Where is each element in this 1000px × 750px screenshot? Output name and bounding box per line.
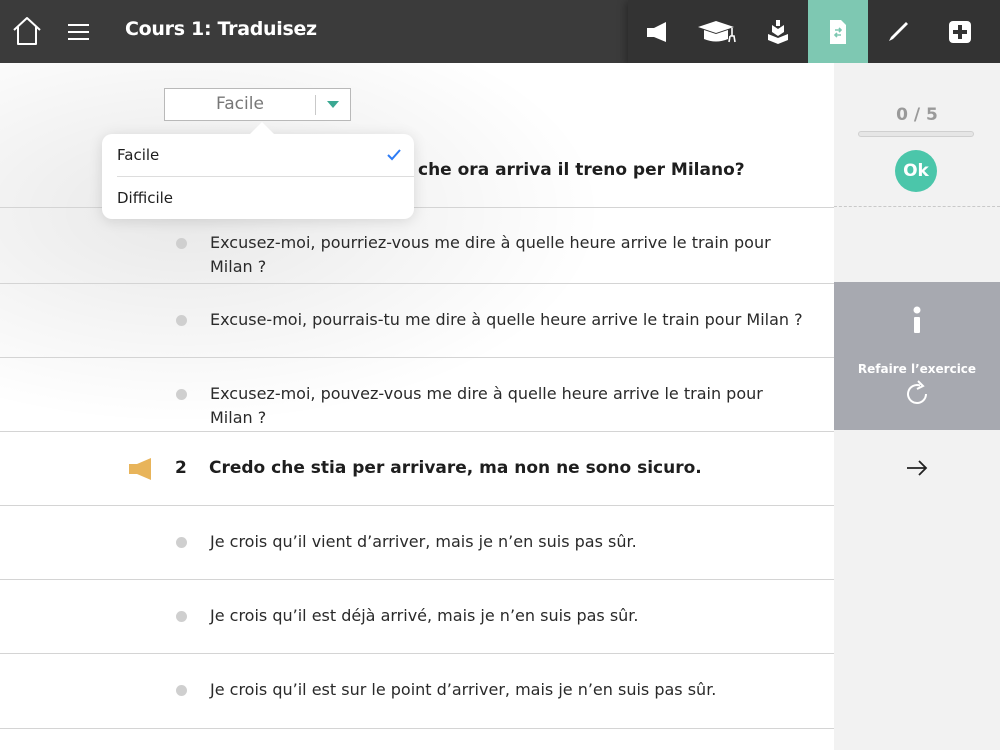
- answer-row[interactable]: Je crois qu’il vient d’arriver, mais je …: [0, 506, 834, 580]
- question-text: che ora arriva il treno per Milano?: [418, 160, 745, 180]
- side-panel: 0 / 5 Ok Refaire l’exercice: [834, 63, 1000, 750]
- level-option-label: Difficile: [117, 189, 174, 207]
- answer-row[interactable]: Je crois qu’il est sur le point d’arrive…: [0, 654, 834, 729]
- answer-text: Excuse-moi, pourrais-tu me dire à quelle…: [210, 310, 803, 329]
- graduation-cap-icon: [698, 20, 736, 42]
- megaphone-icon: [647, 21, 666, 42]
- level-option-difficile[interactable]: Difficile: [102, 177, 414, 219]
- speaker-icon[interactable]: [127, 456, 155, 482]
- question-row: 2 Credo che stia per arrivare, ma non ne…: [0, 432, 834, 506]
- hamburger-menu-icon: [68, 24, 89, 40]
- answer-text: Excusez-moi, pouvez-vous me dire à quell…: [210, 384, 763, 427]
- answer-text: Excusez-moi, pourriez-vous me dire à que…: [210, 233, 771, 276]
- answer-row[interactable]: Je crois qu’il est déjà arrivé, mais je …: [0, 580, 834, 654]
- answer-row[interactable]: Excuse-moi, pourrais-tu me dire à quelle…: [0, 284, 834, 358]
- answer-radio[interactable]: [176, 315, 187, 326]
- plus-icon: [949, 20, 971, 43]
- tool-exercise[interactable]: [808, 0, 868, 63]
- tool-audio[interactable]: [628, 0, 688, 63]
- tool-book[interactable]: [748, 0, 808, 63]
- ok-button[interactable]: Ok: [895, 150, 937, 192]
- answer-text: Je crois qu’il est sur le point d’arrive…: [210, 680, 717, 699]
- checkmark-icon: [387, 149, 401, 161]
- page-title: Cours 1: Traduisez: [125, 18, 317, 40]
- tool-notes[interactable]: [868, 0, 928, 63]
- answer-radio[interactable]: [176, 238, 187, 249]
- answer-row[interactable]: Excusez-moi, pouvez-vous me dire à quell…: [0, 358, 834, 432]
- score-counter: 0 / 5: [896, 105, 938, 125]
- answer-text: Je crois qu’il vient d’arriver, mais je …: [210, 532, 637, 551]
- level-option-facile[interactable]: Facile: [102, 134, 414, 176]
- answer-radio[interactable]: [176, 389, 187, 400]
- document-swap-icon: [830, 19, 846, 44]
- answer-radio[interactable]: [176, 685, 187, 696]
- home-icon: [13, 17, 41, 45]
- level-select-value: Facile: [216, 94, 264, 114]
- level-option-label: Facile: [117, 146, 160, 164]
- next-button[interactable]: [904, 455, 930, 481]
- book-stand-icon: [768, 19, 788, 44]
- tool-lessons[interactable]: [688, 0, 748, 63]
- redo-label: Refaire l’exercice: [857, 362, 977, 376]
- info-icon: [913, 306, 921, 333]
- score-progress-bar: [858, 131, 974, 137]
- popup-arrow: [250, 122, 274, 134]
- answer-radio[interactable]: [176, 611, 187, 622]
- question-number: 2: [175, 458, 187, 478]
- pen-icon: [889, 21, 908, 41]
- level-dropdown-menu: Facile Difficile: [102, 134, 414, 219]
- answer-text: Je crois qu’il est déjà arrivé, mais je …: [210, 606, 639, 625]
- menu-button[interactable]: [66, 19, 92, 45]
- caret-down-icon: [327, 101, 339, 108]
- arrow-right-icon: [907, 460, 928, 476]
- level-select[interactable]: Facile: [164, 88, 351, 121]
- question-text: Credo che stia per arrivare, ma non ne s…: [209, 458, 702, 478]
- toolbar: [628, 0, 1000, 63]
- answer-radio[interactable]: [176, 537, 187, 548]
- redo-exercise-button[interactable]: Refaire l’exercice: [834, 282, 1000, 430]
- app-header: Cours 1: Traduisez: [0, 0, 1000, 63]
- answer-row[interactable]: Excusez-moi, pourriez-vous me dire à que…: [0, 208, 834, 284]
- home-button[interactable]: [10, 14, 44, 48]
- tool-add[interactable]: [928, 0, 992, 63]
- refresh-icon: [907, 380, 927, 404]
